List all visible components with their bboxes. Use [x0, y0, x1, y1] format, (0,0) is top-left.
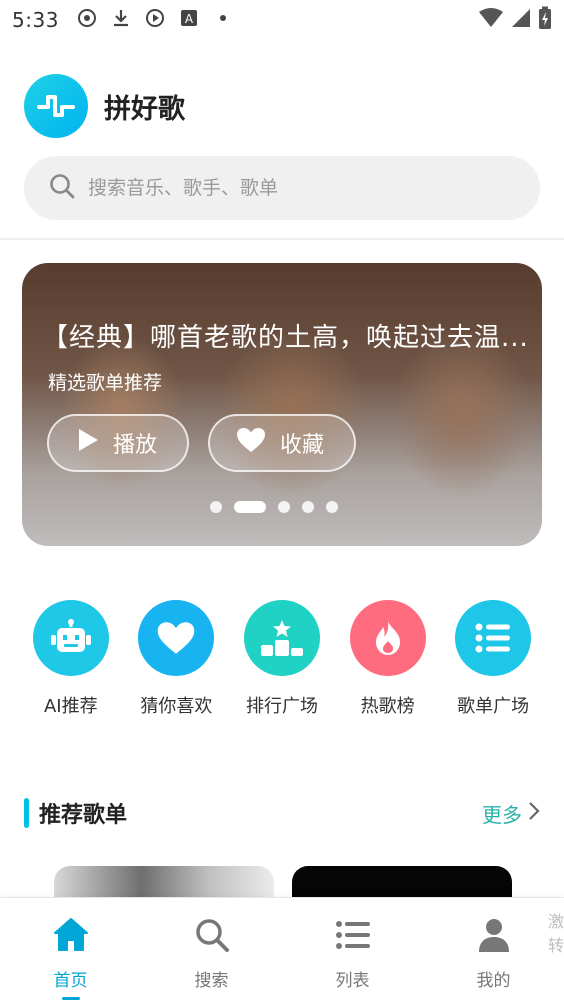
nav-search[interactable]: 搜索	[141, 898, 282, 1004]
podium-icon	[243, 600, 320, 676]
system-icons	[478, 6, 552, 34]
signal-icon	[510, 7, 532, 33]
play-button[interactable]: 播放	[47, 414, 189, 472]
list-icon	[455, 600, 532, 676]
search-icon	[193, 916, 231, 958]
download-icon	[111, 8, 131, 32]
music-notification-icon	[77, 8, 97, 32]
banner-dot[interactable]	[326, 501, 338, 513]
category-label: 排行广场	[245, 696, 318, 717]
nav-home[interactable]: 首页	[0, 898, 141, 1004]
wifi-icon	[478, 7, 504, 33]
bottom-navigation: 首页 搜索 列表 我的	[0, 897, 564, 1004]
nav-label: 搜索	[194, 971, 229, 991]
flame-icon	[349, 600, 426, 676]
search-bar[interactable]	[24, 156, 540, 220]
status-bar: 5:33 A	[0, 0, 564, 40]
banner-dot[interactable]	[278, 501, 290, 513]
banner-dot[interactable]	[210, 501, 222, 513]
status-time: 5:33	[12, 8, 59, 32]
search-icon	[48, 172, 76, 204]
nav-label: 列表	[335, 971, 370, 991]
more-label: 更多	[482, 802, 522, 827]
battery-icon	[538, 6, 552, 34]
home-icon	[52, 916, 90, 958]
edge-overlay-text: 激转	[548, 912, 564, 955]
category-label: 歌单广场	[457, 696, 530, 717]
category-ai-recommend[interactable]: AI推荐	[18, 600, 124, 718]
category-playlist-square[interactable]: 歌单广场	[440, 600, 546, 718]
more-link[interactable]: 更多	[482, 799, 540, 828]
section-accent-bar	[24, 798, 29, 828]
heart-icon	[138, 600, 215, 676]
play-store-icon	[145, 8, 165, 32]
category-label: 猜你喜欢	[140, 696, 213, 717]
category-shortcuts: AI推荐 猜你喜欢 排行广场 热歌榜 歌单广场	[18, 600, 546, 718]
nav-profile[interactable]: 我的	[423, 898, 564, 1004]
banner-dot-active[interactable]	[234, 501, 266, 513]
category-hot-songs[interactable]: 热歌榜	[335, 600, 441, 718]
robot-icon	[32, 600, 109, 676]
banner-pagination	[22, 501, 542, 513]
nav-label: 首页	[53, 971, 88, 991]
more-notifications-dot-icon	[213, 8, 233, 32]
heart-icon	[236, 427, 266, 459]
play-button-label: 播放	[113, 433, 158, 458]
list-icon	[334, 916, 372, 958]
app-title: 拼好歌	[104, 93, 185, 125]
featured-banner[interactable]: 【经典】哪首老歌的土高，唤起过去温... 精选歌单推荐 播放 收藏	[22, 263, 542, 546]
favorite-button-label: 收藏	[280, 433, 325, 458]
notification-icons: A	[77, 8, 233, 32]
svg-text:A: A	[185, 12, 194, 26]
category-label: AI推荐	[43, 696, 98, 717]
user-icon	[475, 916, 513, 958]
category-rankings[interactable]: 排行广场	[229, 600, 335, 718]
font-app-icon: A	[179, 8, 199, 32]
section-title: 推荐歌单	[39, 803, 128, 828]
banner-dot[interactable]	[302, 501, 314, 513]
app-logo-icon	[24, 74, 88, 138]
favorite-button[interactable]: 收藏	[208, 414, 356, 472]
banner-title: 【经典】哪首老歌的土高，唤起过去温...	[42, 323, 529, 353]
nav-active-indicator	[61, 997, 80, 1000]
nav-list[interactable]: 列表	[282, 898, 423, 1004]
chevron-right-icon	[528, 801, 540, 826]
search-input[interactable]	[88, 177, 508, 199]
nav-label: 我的	[476, 971, 511, 991]
category-guess-you-like[interactable]: 猜你喜欢	[124, 600, 230, 718]
header-divider	[0, 238, 564, 240]
category-label: 热歌榜	[360, 696, 415, 717]
play-icon	[77, 428, 99, 458]
app-header: 拼好歌	[24, 74, 185, 138]
banner-subtitle: 精选歌单推荐	[48, 372, 163, 394]
recommended-playlists-header: 推荐歌单 更多	[24, 796, 540, 830]
